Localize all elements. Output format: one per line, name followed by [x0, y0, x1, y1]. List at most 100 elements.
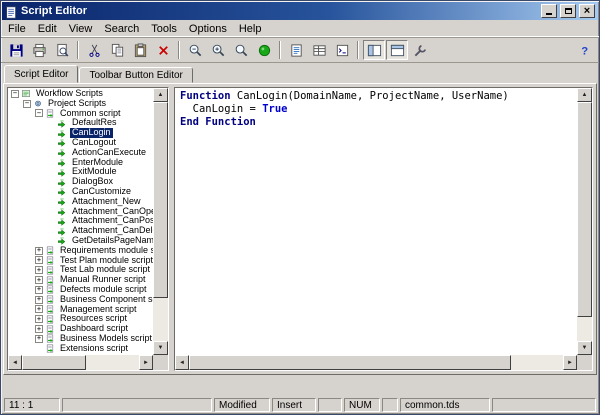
insert-mode-indicator: Insert [272, 398, 316, 412]
code-segment: End Function [180, 116, 256, 128]
script-icon [45, 256, 56, 265]
tree-item-extensions-script[interactable]: Extensions script [9, 344, 153, 354]
zoom-out-button[interactable] [184, 40, 206, 60]
scroll-right-icon[interactable]: ► [139, 355, 153, 370]
script-tree: −Workflow Scripts−Project Scripts−Common… [8, 88, 153, 355]
copy-icon [110, 43, 125, 58]
collapse-icon[interactable]: − [11, 90, 19, 98]
maximize-button[interactable] [560, 4, 576, 18]
scroll-up-icon[interactable]: ▲ [153, 88, 168, 102]
event-arrow-icon [57, 197, 68, 206]
scrollbar-track[interactable] [577, 102, 592, 341]
script-icon [45, 246, 56, 255]
collapse-icon[interactable]: − [23, 100, 31, 108]
scrollbar-track[interactable] [22, 355, 139, 370]
status-spacer-1 [318, 398, 342, 412]
properties-button[interactable] [409, 40, 431, 60]
menu-file[interactable]: File [2, 22, 32, 36]
copy-button[interactable] [106, 40, 128, 60]
print-preview-button[interactable] [51, 40, 73, 60]
script-icon [45, 305, 56, 314]
cut-icon [87, 43, 102, 58]
scrollbar-track[interactable] [153, 102, 168, 341]
expand-icon[interactable]: + [35, 305, 43, 313]
expand-icon[interactable]: + [35, 325, 43, 333]
save-button[interactable] [5, 40, 27, 60]
tab-bar: Script EditorToolbar Button Editor [1, 63, 599, 83]
scroll-right-icon[interactable]: ► [563, 355, 577, 370]
tree-item-label: Extensions script [58, 344, 130, 354]
scrollbar-thumb[interactable] [22, 355, 86, 370]
minimize-button[interactable] [541, 4, 557, 18]
expand-icon[interactable]: + [35, 335, 43, 343]
collapse-icon[interactable]: − [35, 109, 43, 117]
syntax-check-button[interactable] [253, 40, 275, 60]
expand-icon[interactable]: + [35, 286, 43, 294]
toggle-tree-icon [367, 43, 382, 58]
expand-icon[interactable]: + [35, 296, 43, 304]
editor-horizontal-scrollbar[interactable]: ◄► [175, 355, 577, 370]
close-icon [584, 5, 590, 17]
event-arrow-icon [57, 207, 68, 216]
close-button[interactable] [579, 4, 595, 18]
delete-button[interactable] [152, 40, 174, 60]
toggle-editor-button[interactable] [386, 40, 408, 60]
field-list-button[interactable] [285, 40, 307, 60]
scrollbar-thumb[interactable] [189, 355, 511, 370]
scroll-left-icon[interactable]: ◄ [175, 355, 189, 370]
object-list-icon [312, 43, 327, 58]
code-segment: Function [180, 90, 231, 102]
find-button[interactable] [230, 40, 252, 60]
expand-icon[interactable]: + [35, 276, 43, 284]
menu-view[interactable]: View [63, 22, 99, 36]
toolbar-separator [178, 41, 180, 59]
event-arrow-icon [57, 119, 68, 128]
object-list-button[interactable] [308, 40, 330, 60]
scroll-down-icon[interactable]: ▼ [577, 341, 592, 355]
code-complete-button[interactable] [331, 40, 353, 60]
syntax-check-icon [257, 43, 272, 58]
script-icon [45, 109, 56, 118]
num-lock-indicator: NUM [344, 398, 380, 412]
status-spacer-3 [492, 398, 596, 412]
toggle-tree-button[interactable] [363, 40, 385, 60]
script-icon [45, 344, 56, 353]
window-title: Script Editor [21, 5, 538, 17]
code-area[interactable]: Function CanLogin(DomainName, ProjectNam… [175, 88, 577, 355]
paste-button[interactable] [129, 40, 151, 60]
event-arrow-icon [57, 236, 68, 245]
menu-tools[interactable]: Tools [145, 22, 183, 36]
expand-icon[interactable]: + [35, 266, 43, 274]
zoom-in-button[interactable] [207, 40, 229, 60]
menu-search[interactable]: Search [98, 22, 145, 36]
window-gap [1, 375, 599, 397]
tree-horizontal-scrollbar[interactable]: ◄► [8, 355, 153, 370]
scrollbar-thumb[interactable] [153, 102, 168, 298]
tab-toolbar-button-editor[interactable]: Toolbar Button Editor [79, 67, 192, 83]
help-button[interactable]: ? [573, 40, 595, 60]
field-list-icon [289, 43, 304, 58]
scroll-left-icon[interactable]: ◄ [8, 355, 22, 370]
scroll-down-icon[interactable]: ▼ [153, 341, 168, 355]
editor-vertical-scrollbar[interactable]: ▲▼ [577, 88, 592, 355]
code-complete-icon [335, 43, 350, 58]
menu-options[interactable]: Options [183, 22, 233, 36]
expand-icon[interactable]: + [35, 256, 43, 264]
tree-vertical-scrollbar[interactable]: ▲▼ [153, 88, 168, 355]
menu-edit[interactable]: Edit [32, 22, 63, 36]
app-icon [5, 5, 18, 18]
print-button[interactable] [28, 40, 50, 60]
script-icon [45, 285, 56, 294]
scroll-up-icon[interactable]: ▲ [577, 88, 592, 102]
expand-icon[interactable]: + [35, 247, 43, 255]
scrollbar-thumb[interactable] [577, 102, 592, 317]
zoom-out-icon [188, 43, 203, 58]
code-line: End Function [180, 116, 572, 129]
menu-help[interactable]: Help [233, 22, 268, 36]
tab-script-editor[interactable]: Script Editor [4, 65, 78, 83]
cut-button[interactable] [83, 40, 105, 60]
toolbar-separator [357, 41, 359, 59]
scrollbar-track[interactable] [189, 355, 563, 370]
code-segment: True [262, 103, 287, 115]
expand-icon[interactable]: + [35, 315, 43, 323]
